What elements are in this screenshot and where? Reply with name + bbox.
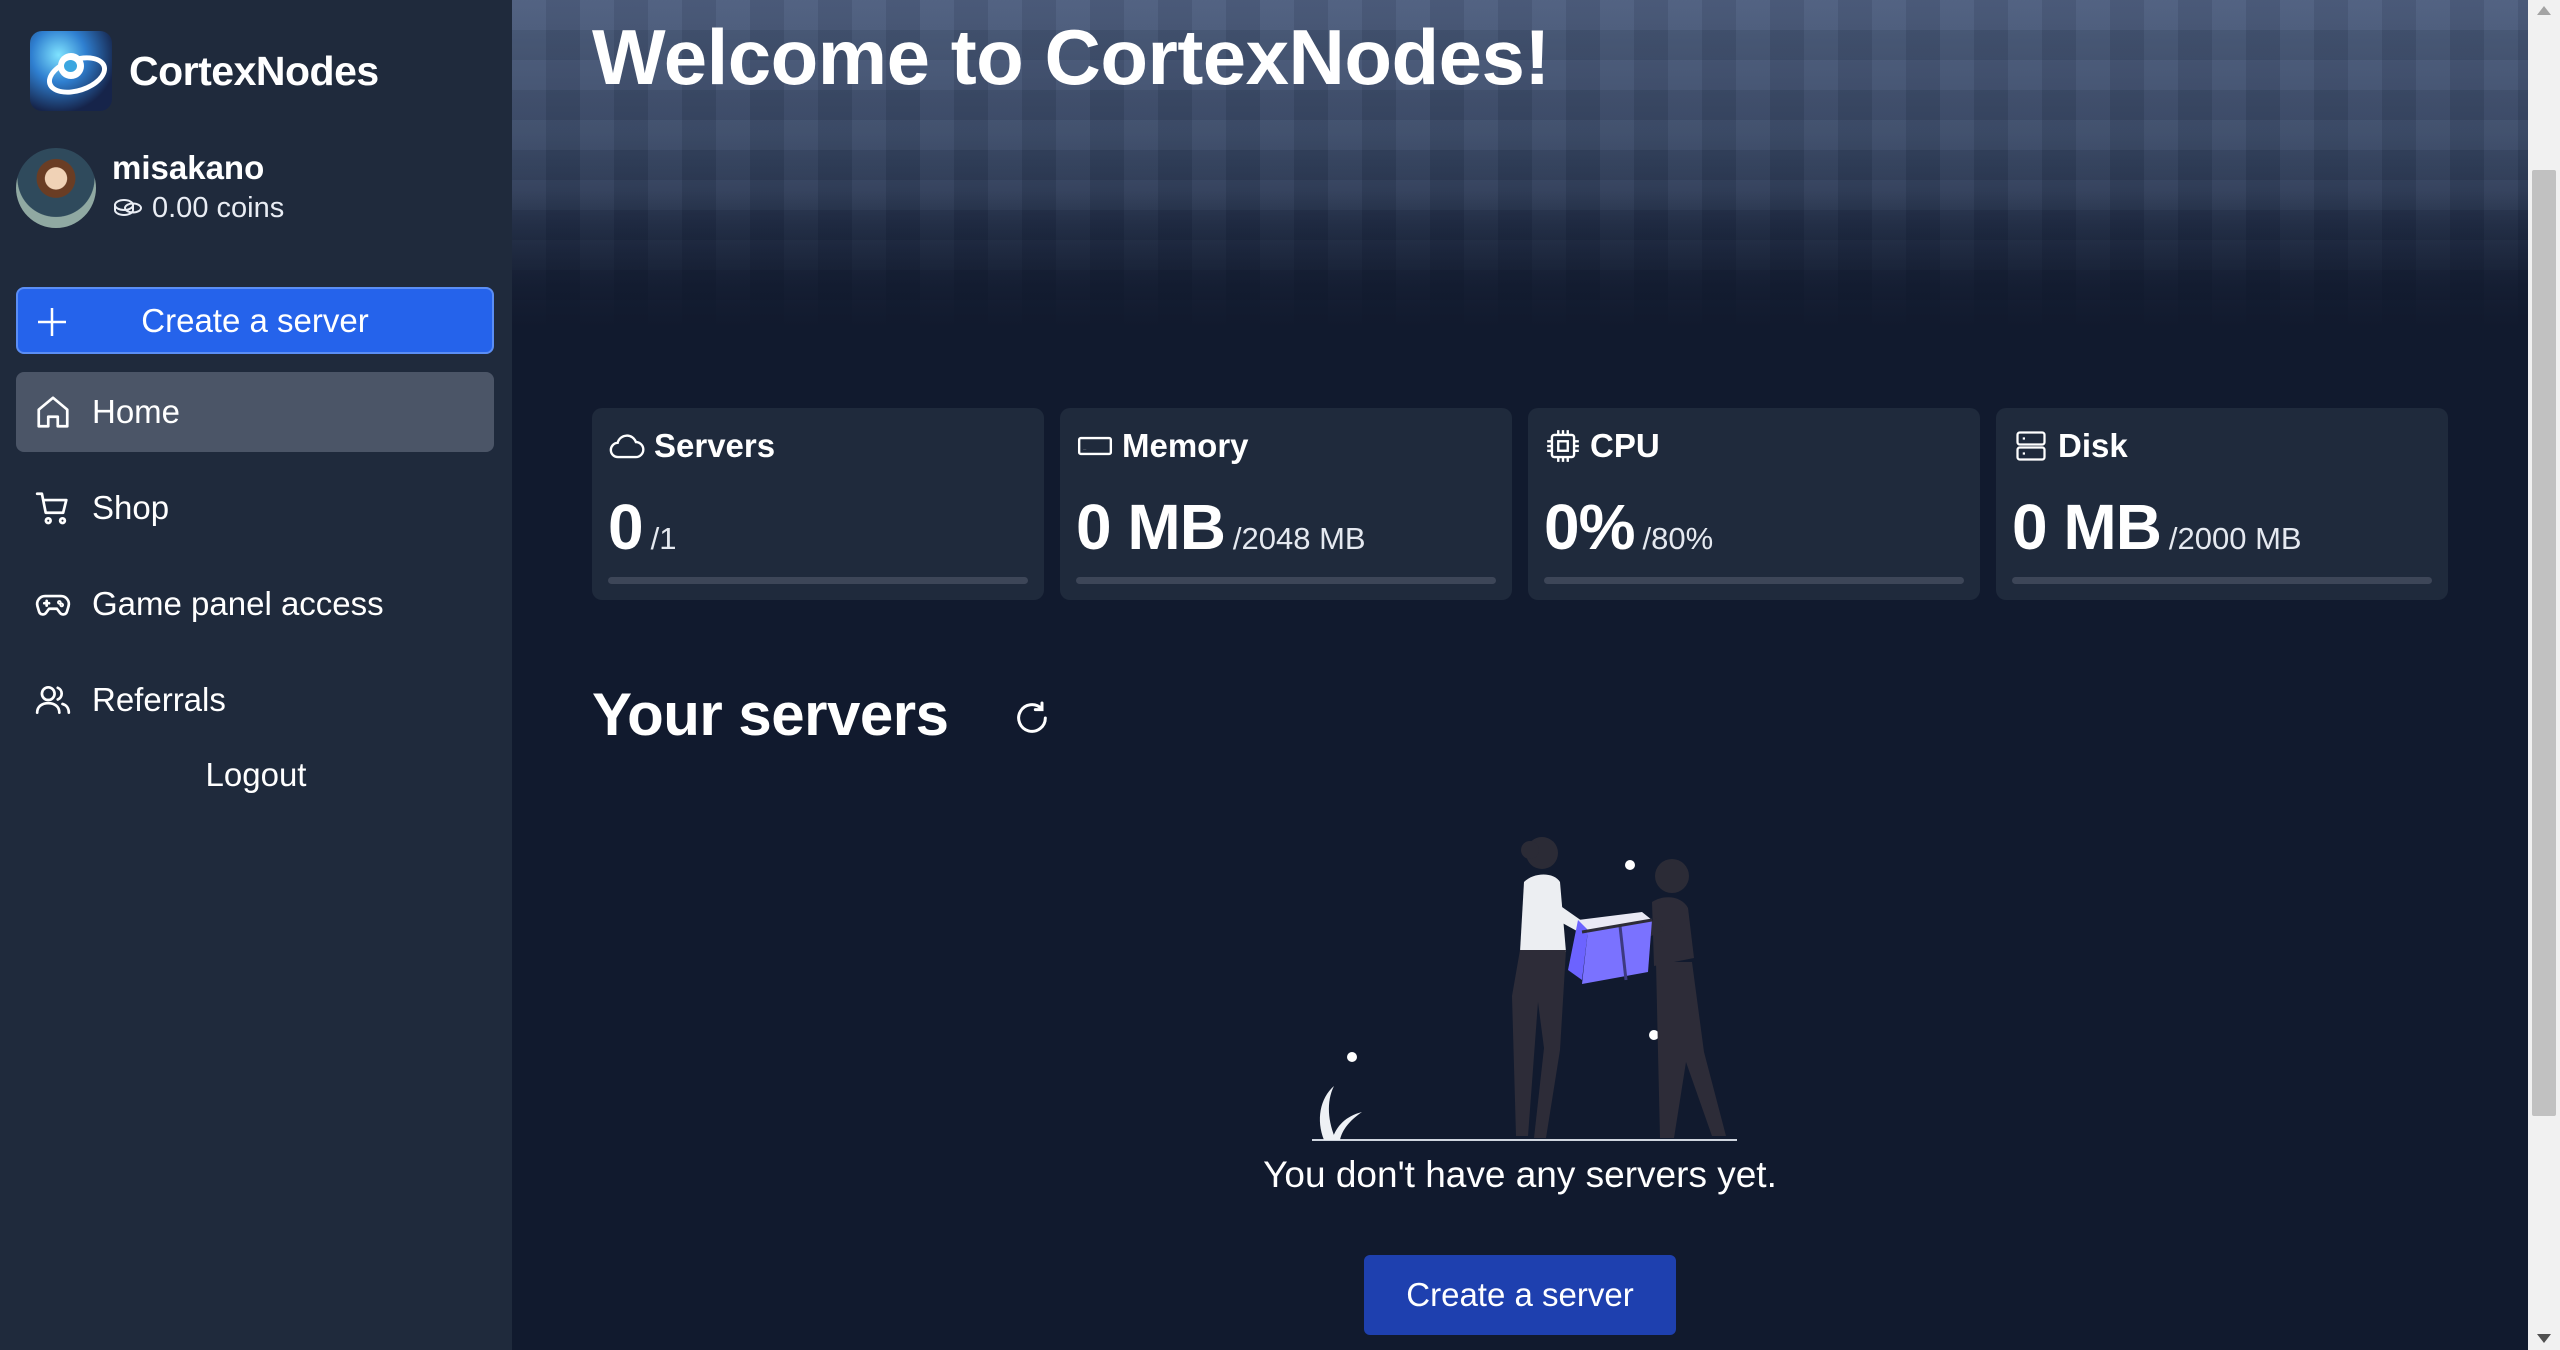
- stat-value: 0%: [1544, 491, 1635, 563]
- empty-state-message: You don't have any servers yet.: [512, 1154, 2528, 1196]
- stats-cards: Servers 0 /1 Memory 0 MB /2048 MB CPU 0%…: [592, 408, 2448, 600]
- coins-icon: [114, 199, 142, 217]
- sidebar-item-label: Home: [92, 393, 181, 430]
- scroll-up-arrow[interactable]: [2537, 6, 2551, 15]
- stat-title: Memory: [1122, 427, 1249, 464]
- gamepad-icon: [35, 594, 71, 616]
- stat-value: 0 MB: [1076, 491, 1226, 563]
- stat-value: 0 MB: [2012, 491, 2162, 563]
- stat-title: Servers: [654, 427, 776, 464]
- brand[interactable]: CortexNodes: [30, 31, 379, 111]
- servers-heading: Your servers: [592, 681, 949, 748]
- main-content: Welcome to CortexNodes! Servers 0 /1 Mem…: [512, 0, 2528, 1350]
- refresh-icon[interactable]: [1012, 698, 1052, 738]
- home-icon: [37, 396, 69, 428]
- sidebar-item-label: Referrals: [92, 681, 226, 718]
- coin-balance: 0.00 coins: [112, 188, 284, 228]
- page-title: Welcome to CortexNodes!: [592, 13, 1550, 101]
- create-server-button-main[interactable]: Create a server: [1364, 1255, 1676, 1335]
- scroll-down-arrow[interactable]: [2537, 1334, 2551, 1343]
- disk-icon: [2016, 431, 2046, 461]
- page-scrollbar[interactable]: [2528, 0, 2560, 1350]
- scrollbar-thumb[interactable]: [2532, 170, 2556, 1116]
- cart-icon: [35, 492, 68, 525]
- empty-servers-illustration: [1312, 837, 1737, 1141]
- usage-bar: [1076, 577, 1496, 584]
- username: misakano: [112, 149, 265, 186]
- create-server-label: Create a server: [1406, 1276, 1634, 1313]
- sidebar-item-label: Shop: [92, 489, 170, 526]
- stat-title: Disk: [2058, 427, 2128, 464]
- avatar[interactable]: [16, 148, 96, 228]
- usage-bar: [608, 577, 1028, 584]
- stat-value: 0: [608, 491, 644, 563]
- empty-state-text: You don't have any servers yet.: [1263, 1154, 1777, 1195]
- plus-icon: [38, 308, 66, 336]
- sidebar-item-shop[interactable]: Shop: [16, 468, 494, 548]
- stat-title: CPU: [1590, 427, 1660, 464]
- stat-card-memory: Memory 0 MB /2048 MB: [1060, 408, 1512, 600]
- planet-logo-icon: [30, 31, 112, 111]
- stat-card-disk: Disk 0 MB /2000 MB: [1996, 408, 2448, 600]
- users-icon: [35, 685, 71, 715]
- create-server-button[interactable]: Create a server: [16, 287, 494, 354]
- memory-icon: [1077, 436, 1113, 456]
- usage-bar: [2012, 577, 2432, 584]
- cloud-icon: [609, 434, 645, 459]
- user-profile: misakano 0.00 coins: [16, 148, 284, 228]
- logout-link[interactable]: Logout: [0, 756, 512, 794]
- stat-limit: /2000 MB: [2168, 521, 2302, 556]
- usage-bar: [1544, 577, 1964, 584]
- coins-text: 0.00 coins: [152, 192, 285, 224]
- stat-card-servers: Servers 0 /1: [592, 408, 1044, 600]
- sidebar: CortexNodes misakano 0.00 coins Create a…: [0, 0, 512, 1350]
- sidebar-item-home[interactable]: Home: [16, 372, 494, 452]
- cpu-icon: [1547, 430, 1579, 462]
- sidebar-item-referrals[interactable]: Referrals: [16, 660, 494, 740]
- sidebar-item-game-panel[interactable]: Game panel access: [16, 564, 494, 644]
- create-server-label: Create a server: [141, 301, 369, 339]
- stat-limit: /2048 MB: [1232, 521, 1366, 556]
- brand-name: CortexNodes: [129, 47, 379, 94]
- stat-card-cpu: CPU 0% /80%: [1528, 408, 1980, 600]
- sidebar-item-label: Game panel access: [92, 585, 384, 622]
- stat-limit: /80%: [1642, 521, 1714, 556]
- stat-limit: /1: [650, 521, 677, 556]
